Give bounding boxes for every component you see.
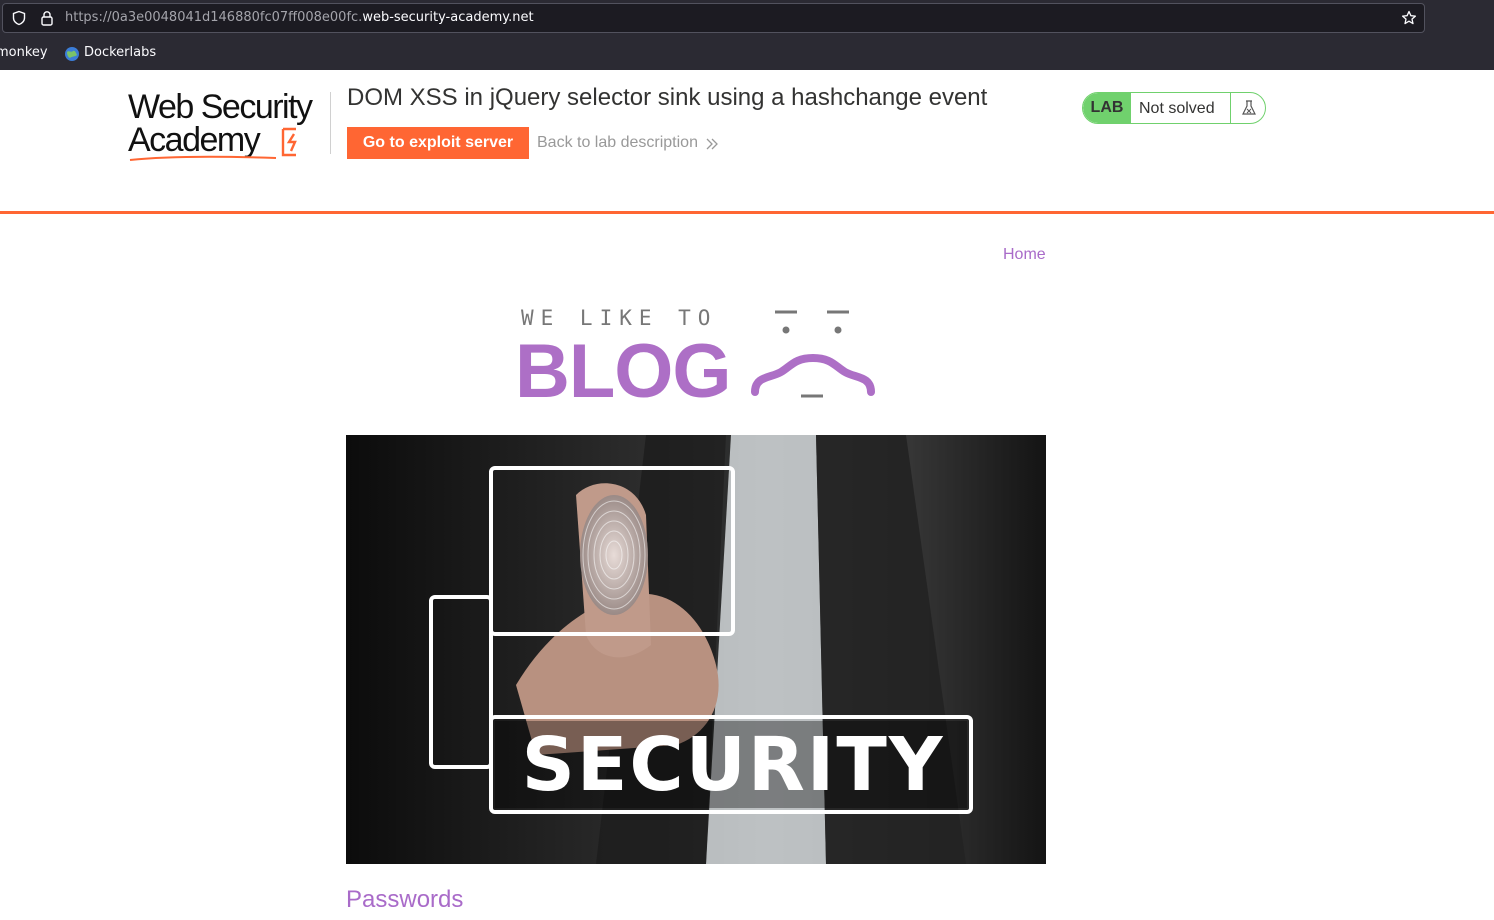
flask-icon xyxy=(1242,100,1256,115)
blog-face-icon xyxy=(751,310,875,398)
blog-header-title: BLOG xyxy=(515,329,732,414)
lab-status-text: Not solved xyxy=(1139,100,1215,117)
url-domain: web-security-academy.net xyxy=(362,10,534,25)
shield-icon[interactable] xyxy=(11,10,27,26)
globe-icon xyxy=(65,47,79,61)
lab-status-widget: LAB Not solved xyxy=(1082,92,1266,124)
browser-chrome: https://0a3e0048041d146880fc07ff008e00fc… xyxy=(0,0,1494,70)
url-bar[interactable]: https://0a3e0048041d146880fc07ff008e00fc… xyxy=(2,3,1425,33)
home-link[interactable]: Home xyxy=(1003,246,1046,264)
logo-line1: Web Security xyxy=(128,88,313,126)
lab-tag: LAB xyxy=(1083,93,1131,123)
bookmark-monkey[interactable]: monkey xyxy=(0,45,48,60)
bookmark-dockerlabs[interactable]: Dockerlabs xyxy=(84,45,156,60)
blog-header-logo: WE LIKE TO BLOG xyxy=(515,302,875,414)
logo-bolt-icon xyxy=(281,127,297,157)
logo-divider xyxy=(330,92,331,154)
go-to-exploit-server-button[interactable]: Go to exploit server xyxy=(347,127,529,159)
post-image[interactable]: SECURITY xyxy=(346,435,1046,864)
security-image-text: SECURITY xyxy=(521,722,945,808)
blog-header-tagline: WE LIKE TO xyxy=(521,306,718,330)
lab-header-divider xyxy=(0,211,1494,214)
web-security-academy-logo[interactable]: Web Security Academy xyxy=(128,90,328,164)
lab-title: DOM XSS in jQuery selector sink using a … xyxy=(347,84,988,111)
bookmark-star-icon[interactable] xyxy=(1401,10,1417,26)
url-prefix: https://0a3e0048041d146880fc07ff008e00fc… xyxy=(65,10,363,25)
back-to-lab-description-link[interactable]: Back to lab description xyxy=(537,134,698,152)
logo-underline xyxy=(129,155,277,161)
flask-icon-box xyxy=(1230,93,1265,123)
logo-line2: Academy xyxy=(128,121,261,159)
double-chevron-right-icon[interactable] xyxy=(704,136,720,152)
post-title-link[interactable]: Passwords xyxy=(346,886,463,914)
url-text[interactable]: https://0a3e0048041d146880fc07ff008e00fc… xyxy=(65,10,534,25)
lock-icon[interactable] xyxy=(39,10,55,26)
